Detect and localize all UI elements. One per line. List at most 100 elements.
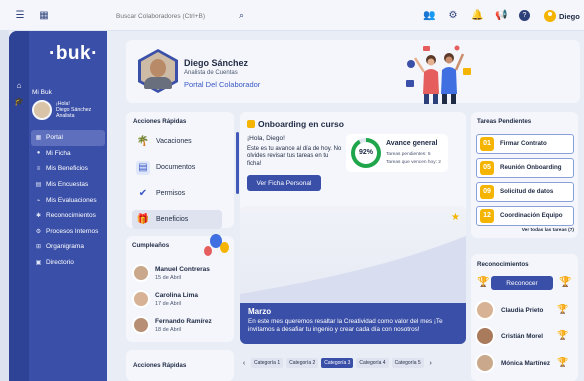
progress-percent: 92% [355, 142, 377, 164]
sidebar-item-label: Portal [46, 134, 63, 142]
sidebar: ⌂ 🎓 ·buk· Mi Buk ¡Hola! Diego Sánchez An… [9, 31, 107, 381]
action-label: Permisos [156, 190, 186, 197]
onboarding-icon [247, 120, 255, 128]
category-tab[interactable]: Categoría 4 [356, 358, 389, 368]
document-icon: ▤ [136, 160, 150, 175]
recognition-item[interactable]: Claudia Prieto 🏆 [475, 300, 575, 324]
buk-logo[interactable]: ·buk· [49, 43, 98, 65]
task-item[interactable]: 09 Solicitud de datos [476, 182, 574, 202]
employee-role: Analista de Cuentas [184, 70, 238, 76]
search-icon[interactable]: ⌕ [239, 10, 244, 21]
survey-icon: ▤ [35, 182, 42, 189]
search-input[interactable] [116, 9, 226, 23]
bell-icon[interactable]: 🔔 [471, 10, 483, 22]
quick-actions-panel: Acciones Rápidas 🌴 Vacaciones ▤ Document… [126, 112, 239, 229]
sidebar-profile[interactable]: ¡Hola! Diego Sánchez Analista [32, 100, 104, 124]
action-documentos[interactable]: ▤ Documentos [132, 158, 222, 177]
sidebar-nav: ▦ Portal ● Mi Ficha ≡ Mis Beneficios ▤ Mis E… [31, 130, 105, 270]
pending-tasks-title: Tareas Pendientes [477, 118, 532, 125]
sidebar-item-label: Mis Beneficios [46, 165, 88, 173]
main-content: Diego Sánchez Analista de Cuentas Portal… [118, 40, 580, 381]
grid-icon: ▦ [35, 135, 42, 142]
sidebar-item-mis-evaluaciones[interactable]: ⌁ Mis Evaluaciones [31, 192, 105, 208]
sidebar-item-label: Organigrama [46, 243, 84, 251]
calendar-icon[interactable]: ▦ [38, 10, 50, 22]
trophy-icon: 🏆 [557, 357, 569, 367]
profile-role: Analista [56, 113, 75, 119]
megaphone-icon[interactable]: 📢 [495, 10, 507, 22]
recognize-button[interactable]: Reconocer [491, 276, 553, 290]
sidebar-item-mi-ficha[interactable]: ● Mi Ficha [31, 146, 105, 162]
onboarding-title: Onboarding en curso [258, 119, 344, 129]
task-label: Coordinación Equipo [500, 212, 563, 219]
category-carousel: ‹ Categoría 1 Categoría 2 Categoría 3 Ca… [240, 356, 466, 370]
sidebar-item-label: Mis Encuestas [46, 181, 89, 189]
birthday-item[interactable]: Manuel Contreras 15 de Abril [132, 264, 232, 286]
recognitions-title: Reconocimientos [477, 261, 529, 268]
avatar [132, 316, 150, 334]
action-permisos[interactable]: ✔ Permisos [132, 184, 222, 203]
avatar [475, 326, 495, 346]
category-tab[interactable]: Categoría 2 [286, 358, 319, 368]
user-icon: ● [36, 150, 41, 157]
quick-actions-title: Acciones Rápidas [133, 362, 187, 369]
month-text: En este mes queremos resaltar la Creativ… [248, 318, 443, 333]
user-avatar[interactable] [544, 10, 556, 22]
quick-actions-panel-2: Acciones Rápidas [126, 350, 234, 381]
sidebar-item-procesos-internos[interactable]: ⚙ Procesos Internos [31, 224, 105, 240]
star-icon[interactable]: ★ [451, 212, 460, 223]
action-beneficios[interactable]: 🎁 Beneficios [132, 210, 222, 229]
badge-icon: ✱ [35, 213, 42, 220]
pending-tasks-panel: Tareas Pendientes 01 Firmar Contrato 05 … [471, 112, 578, 238]
next-arrow-icon[interactable]: › [427, 360, 435, 367]
people-icon[interactable]: 👥 [423, 10, 435, 22]
view-profile-button[interactable]: Ver Ficha Personal [247, 175, 321, 191]
recognition-item[interactable]: Mónica Martínez 🏆 [475, 353, 575, 377]
recognitions-panel: Reconocimientos 🏆 Reconocer 🏆 Claudia Pr… [471, 254, 578, 381]
view-all-tasks-link[interactable]: Ver todas las tareas (7) [522, 228, 574, 233]
sidebar-item-reconocimientos[interactable]: ✱ Reconocimientos [31, 208, 105, 224]
due-today-tasks: Tareas que vencen hoy: 2 [386, 160, 441, 165]
avatar [132, 264, 150, 282]
task-item[interactable]: 01 Firmar Contrato [476, 134, 574, 154]
search-box: ⌕ [116, 9, 244, 23]
prev-arrow-icon[interactable]: ‹ [240, 360, 248, 367]
graduation-icon[interactable]: 🎓 [14, 97, 24, 107]
recognition-item[interactable]: Cristián Morel 🏆 [475, 326, 575, 350]
sidebar-item-mis-beneficios[interactable]: ≡ Mis Beneficios [31, 161, 105, 177]
task-label: Reunión Onboarding [500, 164, 562, 171]
balloon-icon [220, 242, 229, 253]
birthday-item[interactable]: Carolina Lima 17 de Abril [132, 290, 232, 312]
profile-header: Diego Sánchez Analista de Cuentas Portal… [126, 40, 580, 104]
onboarding-greeting: ¡Hola, Diego! [247, 135, 285, 142]
avatar [32, 100, 52, 120]
home-icon[interactable]: ⌂ [14, 81, 24, 91]
scrollbar[interactable] [236, 132, 239, 194]
birthday-item[interactable]: Fernando Ramírez 18 de Abril [132, 316, 232, 338]
month-title: Marzo [248, 307, 272, 316]
menu-icon[interactable]: ☰ [14, 10, 26, 22]
value-of-month-footer: Marzo En este mes queremos resaltar la C… [240, 303, 466, 344]
category-tab[interactable]: Categoría 5 [391, 358, 424, 368]
help-icon[interactable]: ? [519, 10, 530, 21]
directory-icon: ▣ [35, 260, 42, 267]
sidebar-item-label: Reconocimientos [46, 212, 96, 220]
category-tab[interactable]: Categoría 1 [251, 358, 284, 368]
action-label: Beneficios [156, 216, 189, 223]
category-tab-active[interactable]: Categoría 3 [321, 358, 354, 368]
sidebar-item-portal[interactable]: ▦ Portal [31, 130, 105, 146]
process-icon: ⚙ [35, 228, 42, 235]
gear-icon[interactable]: ⚙ [447, 10, 459, 22]
trophy-icon: 🏆 [559, 277, 572, 288]
action-label: Documentos [156, 164, 196, 171]
task-item[interactable]: 05 Reunión Onboarding [476, 158, 574, 178]
task-item[interactable]: 12 Coordinación Equipo [476, 206, 574, 226]
quick-actions-title: Acciones Rápidas [133, 118, 187, 125]
sidebar-item-mis-encuestas[interactable]: ▤ Mis Encuestas [31, 177, 105, 193]
progress-title: Avance general [386, 140, 438, 147]
user-name[interactable]: Diego [559, 12, 580, 21]
sidebar-item-directorio[interactable]: ▣ Directorio [31, 255, 105, 271]
action-vacaciones[interactable]: 🌴 Vacaciones [132, 132, 222, 151]
value-of-month-card[interactable]: ★ Marzo En este mes queremos resaltar la… [240, 206, 466, 344]
sidebar-item-organigrama[interactable]: ⊞ Organigrama [31, 239, 105, 255]
